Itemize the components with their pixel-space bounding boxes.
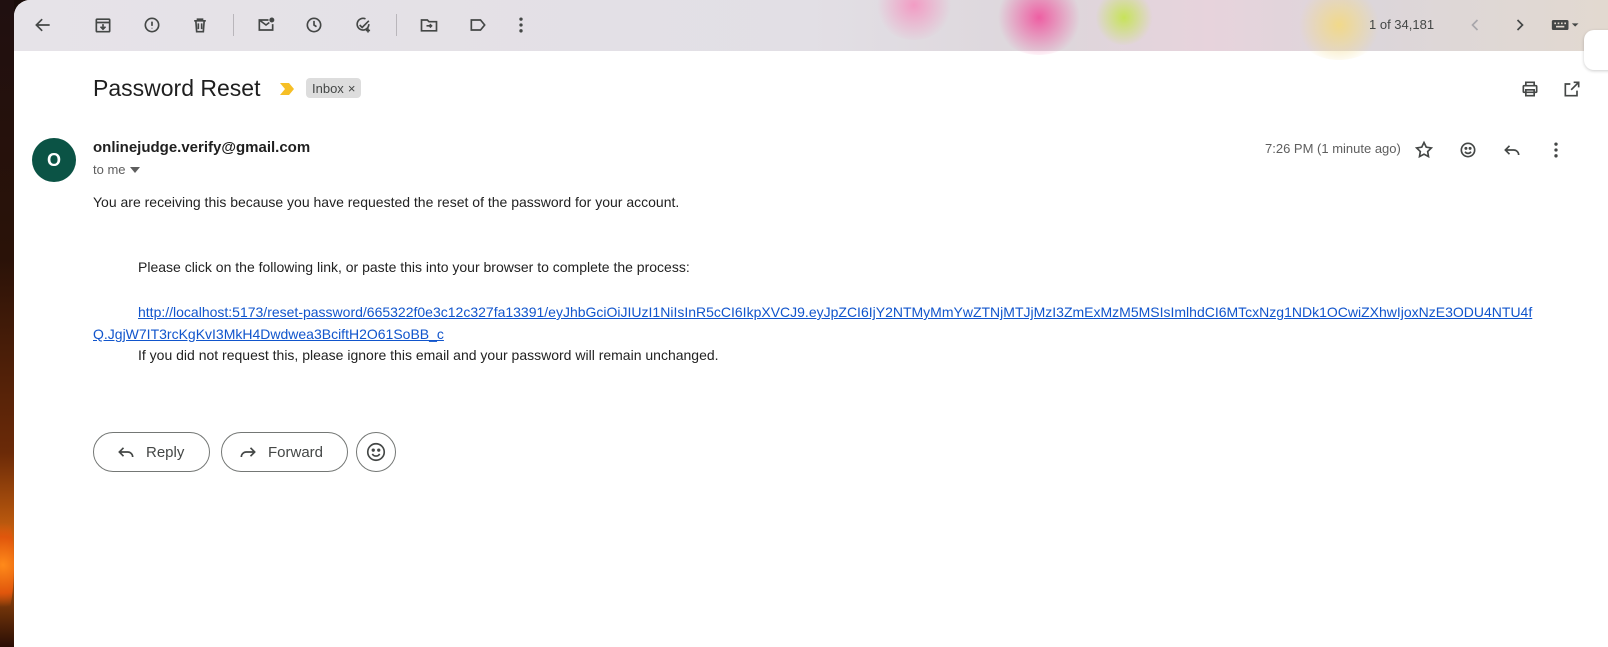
pager-count: 1 of 34,181 — [1369, 17, 1435, 32]
email-timestamp: 7:26 PM (1 minute ago) — [1265, 141, 1401, 156]
sender-avatar[interactable]: O — [32, 138, 76, 182]
body-ignore-text: If you did not request this, please igno… — [138, 347, 719, 363]
reset-password-link[interactable]: http://localhost:5173/reset-password/665… — [93, 301, 1533, 345]
toolbar-divider — [233, 14, 234, 36]
body-intro-text: You are receiving this because you have … — [93, 194, 680, 210]
more-vertical-icon[interactable] — [506, 10, 536, 40]
open-in-new-window-icon[interactable] — [1560, 77, 1584, 101]
add-to-tasks-icon[interactable] — [348, 10, 378, 40]
snooze-icon[interactable] — [299, 10, 329, 40]
side-panel-tab[interactable] — [1584, 30, 1608, 70]
chevron-left-icon[interactable] — [1460, 10, 1490, 40]
archive-icon[interactable] — [88, 10, 118, 40]
label-chip-text: Inbox — [312, 80, 344, 96]
body-instruction-text: Please click on the following link, or p… — [138, 259, 690, 275]
label-icon[interactable] — [463, 10, 493, 40]
important-marker-icon[interactable] — [280, 83, 294, 95]
inbox-label-chip[interactable]: Inbox × — [306, 78, 362, 98]
message-toolbar: 1 of 34,181 — [14, 0, 1608, 70]
sender-email[interactable]: onlinejudge.verify@gmail.com — [93, 139, 310, 156]
chevron-right-icon[interactable] — [1505, 10, 1535, 40]
report-spam-icon[interactable] — [137, 10, 167, 40]
mark-unread-icon[interactable] — [251, 10, 281, 40]
delete-icon[interactable] — [185, 10, 215, 40]
remove-label-icon[interactable]: × — [348, 81, 356, 96]
forward-button-label: Forward — [268, 443, 324, 461]
add-reaction-icon[interactable] — [1454, 136, 1482, 164]
toolbar-divider — [396, 14, 397, 36]
bg-blob — [994, 0, 1084, 55]
keyboard-icon[interactable] — [1546, 10, 1586, 40]
email-subject: Password Reset — [93, 75, 261, 101]
recipient-label: to me — [93, 162, 126, 177]
bg-blob — [1094, 0, 1154, 45]
reply-icon — [118, 447, 134, 458]
star-icon[interactable] — [1410, 136, 1438, 164]
reply-icon[interactable] — [1498, 136, 1526, 164]
caret-down-icon — [129, 166, 140, 173]
move-to-icon[interactable] — [414, 10, 444, 40]
more-vertical-icon[interactable] — [1542, 136, 1570, 164]
recipient-details-toggle[interactable]: to me — [93, 162, 140, 177]
print-icon[interactable] — [1518, 77, 1542, 101]
back-arrow-icon[interactable] — [28, 10, 58, 40]
bg-blob — [874, 0, 954, 40]
smiley-icon — [366, 442, 386, 462]
forward-button[interactable]: Forward — [221, 432, 348, 472]
emoji-reaction-button[interactable] — [356, 432, 396, 472]
reply-button-label: Reply — [146, 443, 185, 461]
forward-icon — [240, 447, 256, 458]
reply-button[interactable]: Reply — [93, 432, 210, 472]
gmail-message-view: 1 of 34,181 Password Reset Inbox × O onl… — [14, 0, 1608, 647]
